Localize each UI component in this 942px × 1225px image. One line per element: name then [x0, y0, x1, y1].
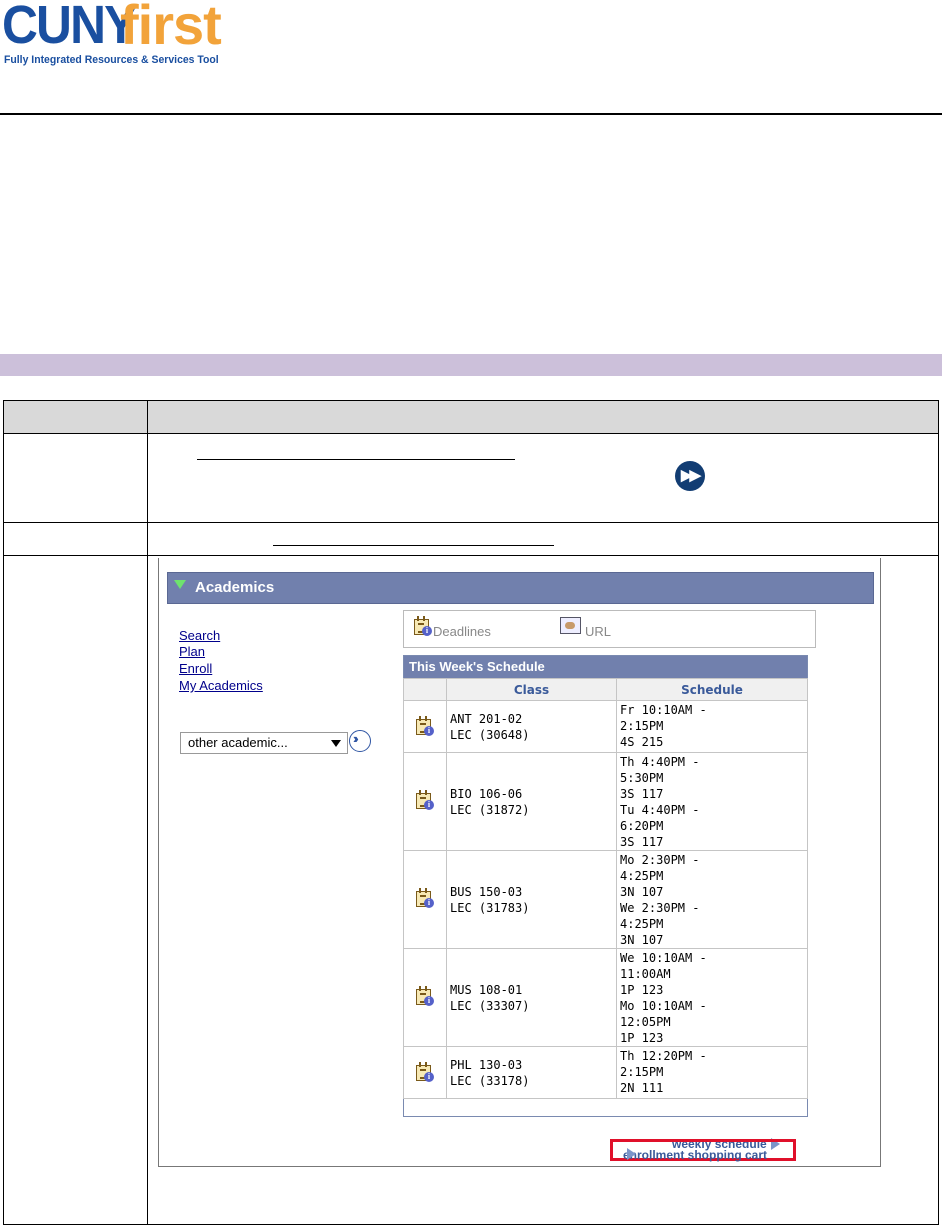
- arrow-right-icon: [627, 1148, 636, 1160]
- schedule-title-bar: This Week's Schedule: [404, 656, 807, 678]
- dropdown-arrow-icon: [331, 740, 341, 747]
- go-double-arrow-icon[interactable]: ››: [349, 730, 371, 752]
- step-cell: [3, 433, 148, 523]
- collapse-triangle-icon[interactable]: [174, 580, 186, 589]
- header-schedule: Schedule: [616, 678, 808, 701]
- steps-header-row: [3, 400, 939, 434]
- select-value: other academic...: [188, 735, 288, 750]
- schedule-title: This Week's Schedule: [409, 659, 545, 674]
- class-cell: ANT 201-02 LEC (30648): [446, 700, 617, 753]
- class-cell: BIO 106-06 LEC (31872): [446, 752, 617, 851]
- table-row: i PHL 130-03 LEC (33178) Th 12:20PM - 2:…: [403, 1046, 808, 1099]
- class-detail-icon[interactable]: i: [403, 850, 447, 949]
- enrollment-shopping-cart-link[interactable]: enrollment shopping cart: [610, 1139, 796, 1162]
- my-academics-link[interactable]: My Academics: [179, 678, 263, 693]
- class-detail-icon[interactable]: i: [403, 948, 447, 1047]
- schedule-header-row: Class Schedule: [403, 678, 808, 701]
- logo-tagline: Fully Integrated Resources & Services To…: [4, 54, 219, 66]
- logo-cuny: CUNY: [2, 0, 137, 55]
- class-cell: PHL 130-03 LEC (33178): [446, 1046, 617, 1099]
- fast-forward-icon: ▶▶: [675, 461, 705, 491]
- header-class: Class: [446, 678, 617, 701]
- step-link-underline[interactable]: [197, 459, 515, 460]
- cunyfirst-logo: CUNY first Fully Integrated Resources & …: [2, 0, 242, 70]
- class-detail-icon[interactable]: i: [403, 1046, 447, 1099]
- step-row: [3, 522, 939, 556]
- schedule-cell: Th 12:20PM - 2:15PM 2N 111: [616, 1046, 808, 1099]
- class-cell: BUS 150-03 LEC (31783): [446, 850, 617, 949]
- url-icon[interactable]: [560, 617, 581, 634]
- header-icon-col: [403, 678, 447, 701]
- table-row: i MUS 108-01 LEC (33307) We 10:10AM - 11…: [403, 948, 808, 1047]
- table-row: i BIO 106-06 LEC (31872) Th 4:40PM - 5:3…: [403, 752, 808, 851]
- deadlines-calendar-icon[interactable]: i: [414, 616, 432, 636]
- logo-first: first: [120, 0, 222, 56]
- enrollment-shopping-cart-label: enrollment shopping cart: [623, 1148, 768, 1162]
- step-link-underline[interactable]: [273, 545, 554, 546]
- url-link[interactable]: URL: [585, 624, 611, 639]
- deadlines-link[interactable]: Deadlines: [433, 624, 491, 639]
- section-band: [0, 354, 942, 376]
- academics-header[interactable]: Academics: [167, 572, 874, 604]
- step-cell: [3, 555, 148, 1225]
- table-row: i ANT 201-02 LEC (30648) Fr 10:10AM - 2:…: [403, 700, 808, 753]
- plan-link[interactable]: Plan: [179, 644, 205, 659]
- header-rule: [0, 113, 942, 115]
- step-cell: [3, 522, 148, 556]
- steps-header-cell: [147, 400, 939, 434]
- schedule-cell: Mo 2:30PM - 4:25PM 3N 107 We 2:30PM - 4:…: [616, 850, 808, 949]
- step-cell: [147, 433, 939, 523]
- enroll-link[interactable]: Enroll: [179, 661, 212, 676]
- schedule-cell: We 10:10AM - 11:00AM 1P 123 Mo 10:10AM -…: [616, 948, 808, 1047]
- step-cell: [147, 522, 939, 556]
- steps-header-cell: [3, 400, 148, 434]
- class-detail-icon[interactable]: i: [403, 700, 447, 753]
- schedule-table: Class Schedule i ANT 201-02 LEC (30648) …: [403, 678, 808, 1099]
- step-row: [3, 433, 939, 523]
- class-cell: MUS 108-01 LEC (33307): [446, 948, 617, 1047]
- schedule-cell: Fr 10:10AM - 2:15PM 4S 215: [616, 700, 808, 753]
- academics-title: Academics: [195, 579, 275, 596]
- table-row: i BUS 150-03 LEC (31783) Mo 2:30PM - 4:2…: [403, 850, 808, 949]
- other-academic-select[interactable]: other academic...: [180, 732, 348, 754]
- search-link[interactable]: Search: [179, 628, 220, 643]
- class-detail-icon[interactable]: i: [403, 752, 447, 851]
- schedule-cell: Th 4:40PM - 5:30PM 3S 117 Tu 4:40PM - 6:…: [616, 752, 808, 851]
